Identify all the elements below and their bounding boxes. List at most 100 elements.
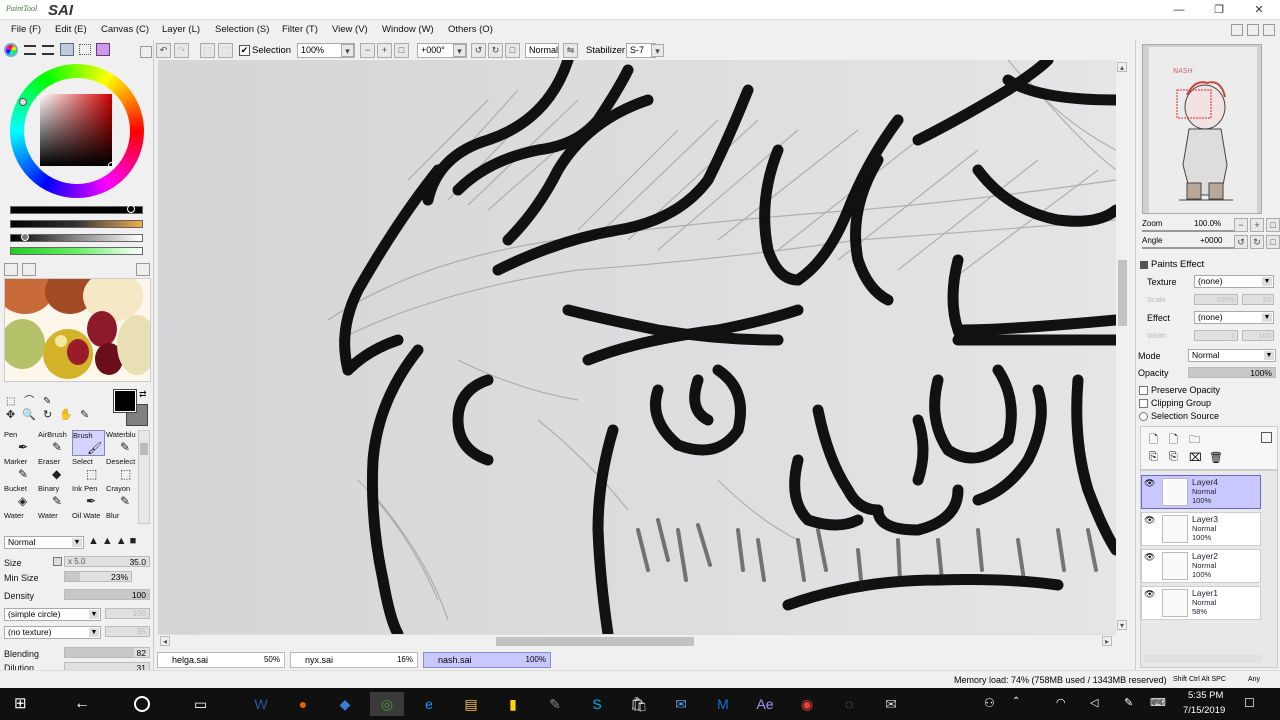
back-icon[interactable]: ← xyxy=(74,692,94,716)
paints-effect-collapse-icon[interactable] xyxy=(1140,261,1148,269)
task-view-icon[interactable]: ▭ xyxy=(194,694,212,714)
scroll-down-icon[interactable]: ▾ xyxy=(1117,620,1127,630)
scratchpad-tab-icon[interactable] xyxy=(79,44,91,55)
deselect-button[interactable]: ⬚ xyxy=(200,43,215,58)
tool-airbrush[interactable]: AirBrush ✎ xyxy=(38,430,71,456)
transfer-down-icon[interactable]: ⎘ xyxy=(1149,451,1158,464)
swap-color-icon[interactable]: ⇄ xyxy=(139,389,147,400)
rotate-reset-button[interactable]: □ xyxy=(505,43,520,58)
notifications-icon[interactable]: ☐ xyxy=(1244,696,1255,710)
file-tab-nash[interactable]: nash.sai 100% xyxy=(423,652,551,668)
slider-bar-1[interactable] xyxy=(10,205,143,214)
merge-down-icon[interactable]: ⎘ xyxy=(1169,451,1178,464)
blending-slider[interactable]: 82 xyxy=(64,647,150,658)
size-lock-checkbox[interactable] xyxy=(53,557,62,566)
show-hidden-icons[interactable]: ⌃ xyxy=(1012,696,1020,707)
visibility-eye-icon[interactable]: 👁 xyxy=(1144,552,1156,564)
new-folder-icon[interactable]: 🗀 xyxy=(1189,431,1200,450)
file-tab-nyx[interactable]: nyx.sai 16% xyxy=(290,652,418,668)
volume-icon[interactable]: ◁ xyxy=(1090,696,1098,709)
tool-water[interactable]: Water xyxy=(4,511,37,524)
taskbar-app-icon[interactable]: ✎ xyxy=(538,692,572,716)
scroll-right-icon[interactable]: ▸ xyxy=(1102,636,1112,646)
nav-zoom-in-button[interactable]: + xyxy=(1250,218,1264,232)
maximize-button[interactable]: ❐ xyxy=(1199,0,1239,20)
hsv-slider-tab-icon[interactable] xyxy=(42,45,54,55)
tool-oil-wate[interactable]: Oil Wate xyxy=(72,511,105,524)
flip-canvas-button[interactable]: ⇋ xyxy=(563,43,578,58)
taskbar-app-icon[interactable]: ◎ xyxy=(370,692,404,716)
size-slider[interactable]: x 5.0 35.0 xyxy=(64,556,150,567)
vertical-scroll-thumb[interactable] xyxy=(1118,260,1127,326)
menu-selection[interactable]: Selection (S) xyxy=(215,24,269,35)
scale-strength-field[interactable]: 20 xyxy=(1242,294,1274,305)
wifi-icon[interactable]: ◠ xyxy=(1056,696,1066,709)
tool-select[interactable]: Select ⬚ xyxy=(72,457,105,483)
brush-texture-select[interactable]: (no texture) ▼ xyxy=(4,626,101,639)
min-size-slider[interactable]: 23% xyxy=(64,571,132,582)
menu-canvas[interactable]: Canvas (C) xyxy=(101,24,149,35)
navigator-preview[interactable]: NASH xyxy=(1142,44,1262,214)
layer-row[interactable]: 👁 Layer3 Normal 100% xyxy=(1141,512,1261,546)
layer-mask-icon[interactable] xyxy=(1261,432,1272,443)
primary-color-swatch[interactable] xyxy=(113,389,137,413)
width-field[interactable]: 1 xyxy=(1194,330,1238,341)
invert-selection-button[interactable]: ⬚ xyxy=(218,43,233,58)
texture-strength-field[interactable]: 95 xyxy=(105,626,150,637)
zoom-out-button[interactable]: − xyxy=(360,43,375,58)
taskbar-app-icon[interactable]: W xyxy=(244,692,278,716)
cortana-icon[interactable] xyxy=(134,696,150,712)
menu-filter[interactable]: Filter (T) xyxy=(282,24,318,35)
zoom-slider[interactable] xyxy=(1142,230,1238,232)
keyboard-icon[interactable]: ⌨ xyxy=(1150,696,1166,709)
rotate-left-button[interactable]: ↺ xyxy=(471,43,486,58)
slider-bar-2[interactable] xyxy=(10,220,143,228)
start-icon[interactable]: ⊞ xyxy=(14,696,30,712)
zoom-dropdown-icon[interactable]: ▾ xyxy=(341,44,354,57)
taskbar-app-icon[interactable]: ● xyxy=(286,692,320,716)
angle-slider[interactable] xyxy=(1142,247,1238,249)
nav-rotate-reset-button[interactable]: □ xyxy=(1266,235,1280,249)
taskbar-app-icon[interactable]: ▮ xyxy=(496,692,530,716)
nav-rotate-left-button[interactable]: ↺ xyxy=(1234,235,1248,249)
menu-file[interactable]: File (F) xyxy=(11,24,41,35)
tool-blur[interactable]: Blur xyxy=(106,511,138,524)
width-strength-field[interactable]: 100 xyxy=(1242,330,1274,341)
brush-mode-select[interactable]: Normal ▼ xyxy=(4,536,84,549)
visibility-eye-icon[interactable]: 👁 xyxy=(1144,589,1156,601)
undo-button[interactable]: ↶ xyxy=(156,43,171,58)
visibility-eye-icon[interactable]: 👁 xyxy=(1144,515,1156,527)
brush-edge-presets[interactable]: ▲▲▲■ xyxy=(88,535,150,549)
tool-deselect[interactable]: Deselect ⬚ xyxy=(106,457,138,483)
taskbar-app-icon[interactable]: ◌ xyxy=(832,692,866,716)
redo-button[interactable]: ↷ xyxy=(174,43,189,58)
color-wheel[interactable] xyxy=(10,64,144,198)
swatches-tab-icon[interactable] xyxy=(60,43,74,56)
hue-marker-icon[interactable] xyxy=(19,98,27,106)
layer-row[interactable]: 👁 Layer4 Normal 100% xyxy=(1141,475,1261,509)
visibility-eye-icon[interactable]: 👁 xyxy=(1144,478,1156,490)
rgb-slider-tab-icon[interactable] xyxy=(24,45,36,55)
tool-brush[interactable]: Brush 🖌 xyxy=(72,430,105,456)
layer-mode-select[interactable]: Normal ▼ xyxy=(1188,349,1276,362)
zoom-reset-button[interactable]: □ xyxy=(394,43,409,58)
scroll-left-icon[interactable]: ◂ xyxy=(160,636,170,646)
tool-grid-scrollbar[interactable] xyxy=(138,430,150,524)
horizontal-scroll-thumb[interactable] xyxy=(496,637,694,646)
taskbar-app-icon[interactable]: M xyxy=(706,692,740,716)
menu-others[interactable]: Others (O) xyxy=(448,24,493,35)
tool-marker[interactable]: Marker ✎ xyxy=(4,457,37,483)
tool-waterblu[interactable]: Waterblu ✎ xyxy=(106,430,138,456)
saturation-value-square[interactable] xyxy=(40,94,112,166)
menu-window[interactable]: Window (W) xyxy=(382,24,434,35)
delete-layer-icon[interactable]: 🗑 xyxy=(1209,451,1223,464)
taskbar-app-icon[interactable]: ◉ xyxy=(790,692,824,716)
drawing-canvas[interactable] xyxy=(158,60,1116,634)
preserve-opacity-checkbox[interactable] xyxy=(1139,386,1148,395)
navigation-tools-row[interactable]: ✥ 🔍 ↻ ✋ ✎ xyxy=(6,408,96,422)
pen-icon[interactable]: ✎ xyxy=(1124,696,1133,709)
slider-bar-3[interactable] xyxy=(10,233,143,242)
scratchpad-options-button[interactable] xyxy=(136,263,150,276)
taskbar-app-icon[interactable]: S xyxy=(580,692,614,716)
clear-layer-icon[interactable]: ⌧ xyxy=(1189,451,1202,464)
